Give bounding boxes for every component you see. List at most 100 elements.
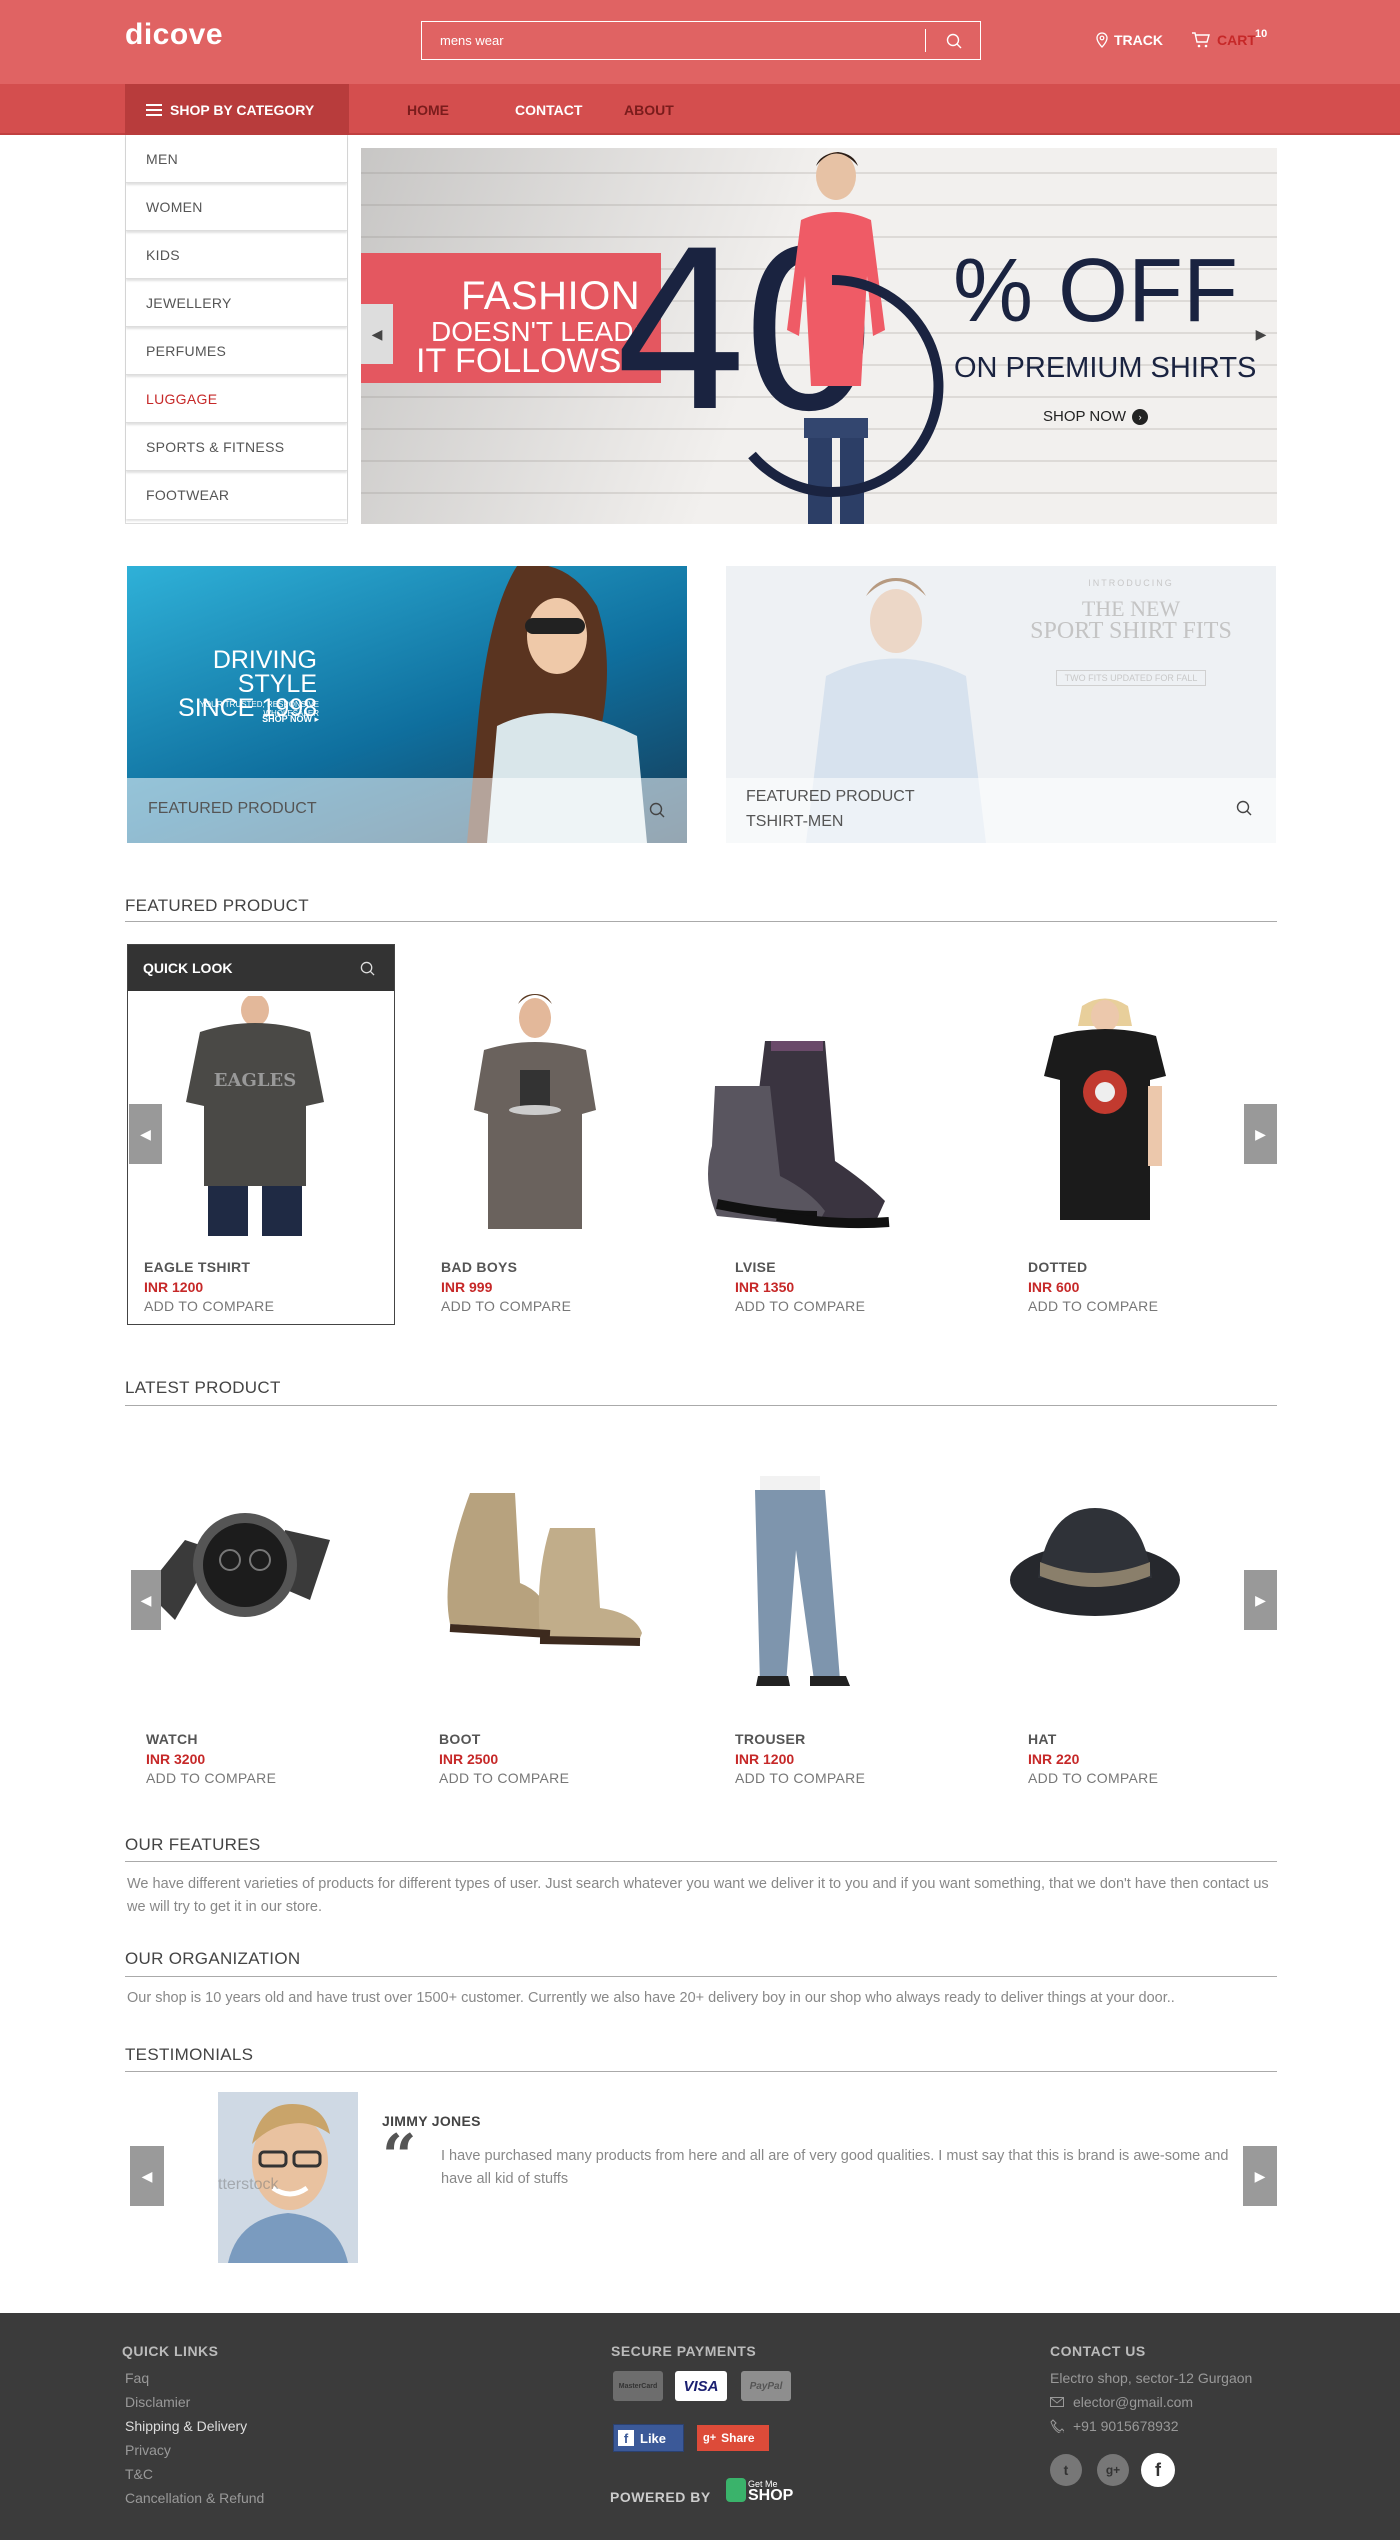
add-to-compare-link[interactable]: ADD TO COMPARE <box>439 1770 709 1786</box>
product-card[interactable]: BOOT INR 2500 ADD TO COMPARE <box>439 1731 709 1786</box>
search-icon[interactable] <box>649 802 665 818</box>
product-card[interactable]: EAGLE TSHIRT INR 1200 ADD TO COMPARE <box>144 1259 414 1314</box>
nav-contact[interactable]: CONTACT <box>515 102 582 118</box>
product-price: INR 3200 <box>146 1751 206 1767</box>
hero-slider[interactable]: FASHION DOESN'T LEAD; IT FOLLOWS 40 % OF… <box>361 148 1277 524</box>
chevron-right-icon: ▶ <box>1255 1591 1266 1608</box>
nav-home[interactable]: HOME <box>407 102 449 118</box>
product-name[interactable]: BAD BOYS <box>441 1259 711 1275</box>
google-plus-icon[interactable]: g+ <box>1097 2454 1129 2486</box>
svg-text:EAGLES: EAGLES <box>214 1070 296 1091</box>
cart-link[interactable]: CART 10 <box>1191 28 1267 48</box>
testimonial-avatar: tterstock <box>218 2092 358 2263</box>
add-to-compare-link[interactable]: ADD TO COMPARE <box>735 1298 1005 1314</box>
search-input[interactable] <box>422 22 924 59</box>
logo-brand-text: SHOP <box>748 2487 794 2504</box>
location-pin-icon <box>1096 32 1108 48</box>
product-card[interactable]: BAD BOYS INR 999 ADD TO COMPARE <box>441 1259 711 1314</box>
footer-link-shipping[interactable]: Shipping & Delivery <box>125 2418 247 2434</box>
product-image-boot <box>447 1493 642 1646</box>
latest-prev-button[interactable]: ◀ <box>131 1570 161 1630</box>
shop-by-category-button[interactable]: SHOP BY CATEGORY <box>125 84 349 135</box>
add-to-compare-link[interactable]: ADD TO COMPARE <box>441 1298 711 1314</box>
contact-email[interactable]: elector@gmail.com <box>1050 2394 1193 2410</box>
featured-prev-button[interactable]: ◀ <box>129 1104 162 1164</box>
category-jewellery[interactable]: JEWELLERY <box>126 279 347 327</box>
category-men[interactable]: MEN <box>126 135 347 183</box>
quick-look-bar[interactable]: QUICK LOOK <box>128 945 394 991</box>
latest-next-button[interactable]: ▶ <box>1244 1570 1277 1630</box>
category-footwear[interactable]: FOOTWEAR <box>126 471 347 519</box>
facebook-like-button[interactable]: f Like <box>613 2424 684 2452</box>
mail-icon <box>1050 2397 1064 2407</box>
footer-link-faq[interactable]: Faq <box>125 2370 149 2386</box>
product-price: INR 220 <box>1028 1751 1080 1767</box>
contact-phone[interactable]: +91 9015678932 <box>1050 2418 1179 2434</box>
logo[interactable]: dicove <box>125 18 223 52</box>
banner-small-text: TWO FITS UPDATED FOR FALL <box>1056 670 1206 686</box>
banner-caption-text: FEATURED PRODUCT <box>148 800 317 817</box>
banner-shop-now[interactable]: SHOP NOW ▸ <box>249 714 319 725</box>
add-to-compare-link[interactable]: ADD TO COMPARE <box>735 1770 1005 1786</box>
product-name[interactable]: EAGLE TSHIRT <box>144 1259 414 1275</box>
product-name[interactable]: DOTTED <box>1028 1259 1298 1275</box>
add-to-compare-link[interactable]: ADD TO COMPARE <box>144 1298 414 1314</box>
product-price: INR 2500 <box>439 1751 499 1767</box>
add-to-compare-link[interactable]: ADD TO COMPARE <box>1028 1770 1298 1786</box>
organization-divider <box>125 1976 1277 1977</box>
product-name[interactable]: LVISE <box>735 1259 1005 1275</box>
chevron-right-icon: ▶ <box>1255 1125 1266 1142</box>
promo-banner-driving-style[interactable]: DRIVING STYLE SINCE 1998 YOUR TRUSTED, R… <box>127 566 687 843</box>
product-name[interactable]: TROUSER <box>735 1731 1005 1747</box>
product-card[interactable]: LVISE INR 1350 ADD TO COMPARE <box>735 1259 1005 1314</box>
get-me-shop-logo[interactable]: Get Me SHOP <box>726 2478 794 2504</box>
product-price: INR 1350 <box>735 1279 795 1295</box>
track-label: TRACK <box>1114 32 1163 48</box>
category-perfumes[interactable]: PERFUMES <box>126 327 347 375</box>
footer-link-cancellation[interactable]: Cancellation & Refund <box>125 2490 264 2506</box>
product-price: INR 600 <box>1028 1279 1080 1295</box>
hero-shop-now-label: SHOP NOW <box>1043 408 1127 425</box>
product-card[interactable]: TROUSER INR 1200 ADD TO COMPARE <box>735 1731 1005 1786</box>
product-price: INR 1200 <box>735 1751 795 1767</box>
google-plus-icon: g+ <box>703 2432 717 2444</box>
product-card[interactable]: DOTTED INR 600 ADD TO COMPARE <box>1028 1259 1298 1314</box>
featured-next-button[interactable]: ▶ <box>1244 1104 1277 1164</box>
testimonial-prev-button[interactable]: ◀ <box>130 2146 164 2206</box>
footer-link-disclaimer[interactable]: Disclamier <box>125 2394 190 2410</box>
facebook-icon[interactable]: f <box>1141 2453 1175 2487</box>
product-image-dotted <box>1044 998 1166 1220</box>
our-features-heading: OUR FEATURES <box>125 1835 261 1854</box>
hero-shop-now[interactable]: SHOP NOW › <box>1043 408 1149 425</box>
hero-next-button[interactable]: ▶ <box>1245 304 1277 364</box>
twitter-icon[interactable]: t <box>1050 2454 1082 2486</box>
contact-email-text: elector@gmail.com <box>1073 2394 1194 2410</box>
add-to-compare-link[interactable]: ADD TO COMPARE <box>1028 1298 1298 1314</box>
add-to-compare-link[interactable]: ADD TO COMPARE <box>146 1770 416 1786</box>
secure-payments-heading: SECURE PAYMENTS <box>611 2343 757 2359</box>
product-image-bad-boys <box>474 994 596 1229</box>
track-link[interactable]: TRACK <box>1096 32 1163 48</box>
google-share-button[interactable]: g+ Share <box>697 2425 769 2451</box>
paypal-icon: PayPal <box>741 2371 791 2401</box>
product-name[interactable]: BOOT <box>439 1731 709 1747</box>
search-icon[interactable] <box>1236 800 1252 816</box>
product-name[interactable]: WATCH <box>146 1731 416 1747</box>
cart-count-badge: 10 <box>1255 28 1268 40</box>
product-image-trouser <box>755 1476 850 1686</box>
search-button[interactable] <box>926 22 981 59</box>
promo-banner-sport-shirt[interactable]: INTRODUCING THE NEW SPORT SHIRT FITS TWO… <box>726 566 1276 843</box>
product-card[interactable]: HAT INR 220 ADD TO COMPARE <box>1028 1731 1298 1786</box>
powered-by-label: POWERED BY <box>610 2489 711 2505</box>
nav-about[interactable]: ABOUT <box>624 102 674 118</box>
product-name[interactable]: HAT <box>1028 1731 1298 1747</box>
category-sports-fitness[interactable]: SPORTS & FITNESS <box>126 423 347 471</box>
shop-by-category-label: SHOP BY CATEGORY <box>170 101 315 118</box>
category-women[interactable]: WOMEN <box>126 183 347 231</box>
product-card[interactable]: WATCH INR 3200 ADD TO COMPARE <box>146 1731 416 1786</box>
hero-prev-button[interactable]: ◀ <box>361 304 393 364</box>
category-luggage[interactable]: LUGGAGE <box>126 375 347 423</box>
footer-link-tc[interactable]: T&C <box>125 2466 153 2482</box>
category-kids[interactable]: KIDS <box>126 231 347 279</box>
footer-link-privacy[interactable]: Privacy <box>125 2442 171 2458</box>
